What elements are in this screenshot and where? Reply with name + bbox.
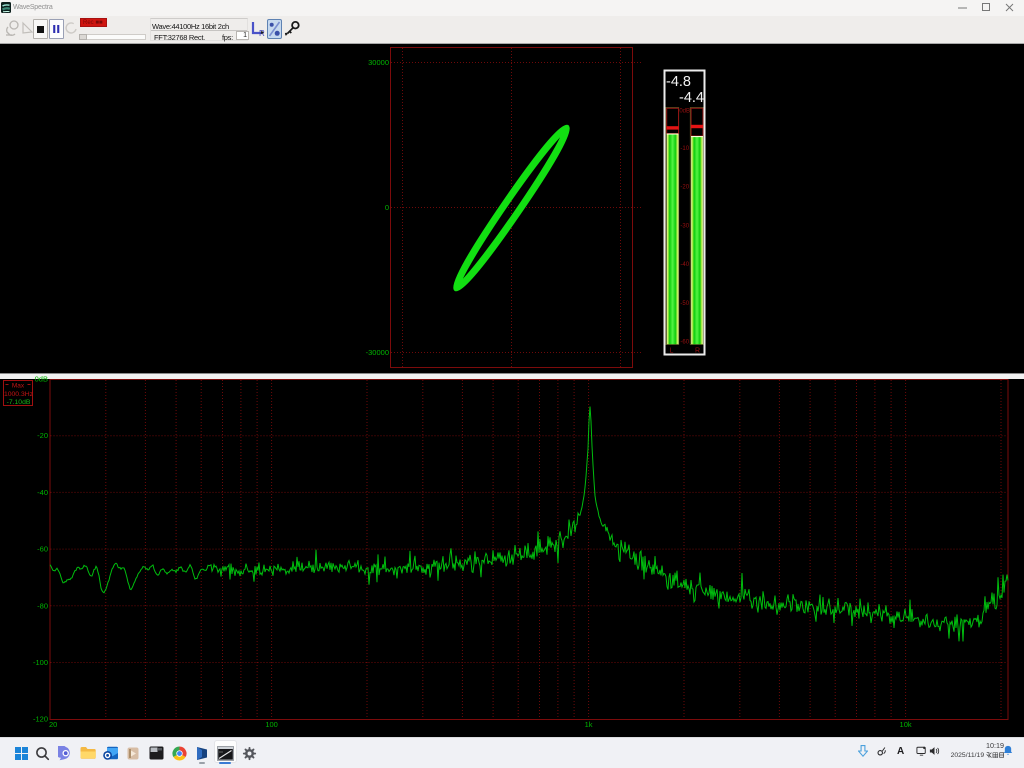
svg-text:10k: 10k xyxy=(900,720,912,729)
svg-text:1000.3Hz: 1000.3Hz xyxy=(4,391,34,398)
svg-text:-20: -20 xyxy=(37,431,48,440)
svg-text:-40: -40 xyxy=(37,488,48,497)
svg-text:-60: -60 xyxy=(37,545,48,554)
svg-text:0: 0 xyxy=(385,203,389,212)
svg-text:-20: -20 xyxy=(680,185,689,191)
svg-text:-100: -100 xyxy=(33,658,48,667)
svg-text:-4.8: -4.8 xyxy=(666,74,691,90)
svg-text:1k: 1k xyxy=(585,720,593,729)
svg-text:0dB: 0dB xyxy=(35,375,48,384)
svg-text:-7.10dB: -7.10dB xyxy=(7,399,31,406)
svg-text:R: R xyxy=(695,348,700,355)
svg-text:-10: -10 xyxy=(680,146,689,152)
svg-text:30000: 30000 xyxy=(368,58,389,67)
svg-text:100: 100 xyxy=(265,720,278,729)
svg-text:0dB: 0dB xyxy=(679,109,690,115)
svg-text:-30000: -30000 xyxy=(366,348,389,357)
svg-text:L: L xyxy=(670,348,674,355)
svg-text:-4.4: -4.4 xyxy=(679,90,704,106)
svg-text:-120: -120 xyxy=(33,715,48,724)
svg-text:-30: -30 xyxy=(680,223,689,229)
svg-text:-40: -40 xyxy=(680,262,689,268)
svg-text:-80: -80 xyxy=(37,601,48,610)
svg-text:20: 20 xyxy=(49,720,57,729)
svg-text:-50: -50 xyxy=(680,301,689,307)
svg-text:-60: -60 xyxy=(680,340,689,346)
svg-text:Max: Max xyxy=(12,383,25,390)
